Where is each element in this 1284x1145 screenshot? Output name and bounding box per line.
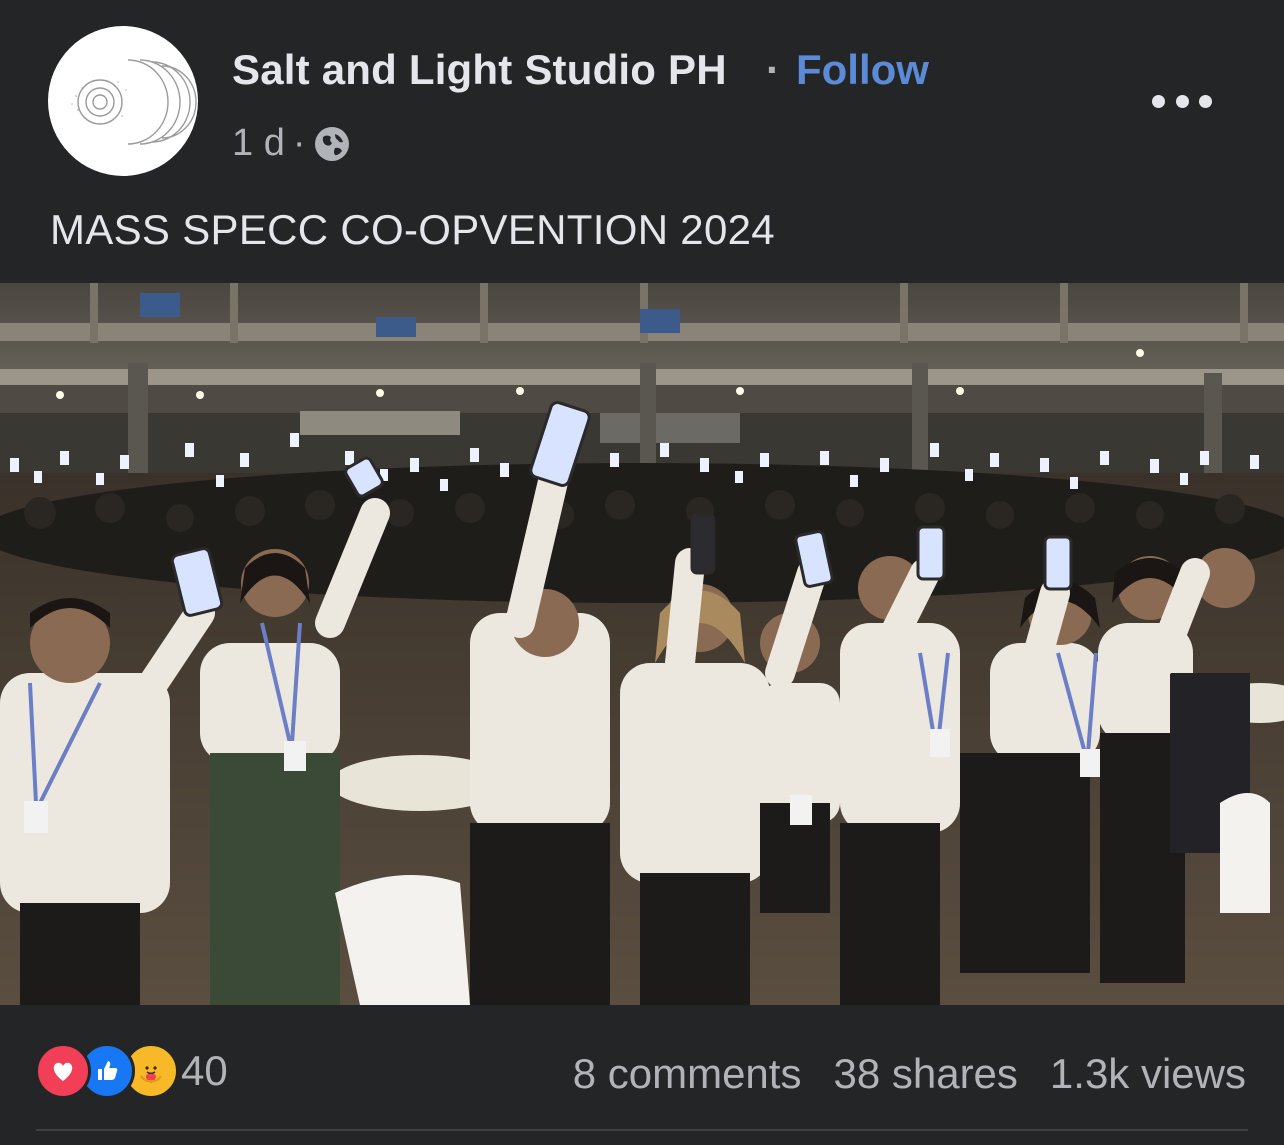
love-reaction-icon [35, 1043, 91, 1099]
engagement-stats: 8 comments 38 shares 1.3k views [573, 1050, 1246, 1098]
post-meta: 1 d · [232, 122, 351, 165]
post-photo[interactable] [0, 283, 1284, 1005]
picture-in-picture-icon[interactable] [1174, 333, 1238, 393]
reaction-count: 40 [181, 1047, 228, 1094]
follow-button[interactable]: Follow [796, 46, 929, 94]
post-header: Salt and Light Studio PH · Follow 1 d · … [0, 0, 1284, 283]
more-dot [1199, 94, 1212, 108]
more-dot [1152, 94, 1165, 108]
name-separator: · [766, 46, 780, 93]
more-options-button[interactable] [1152, 84, 1212, 118]
shares-count[interactable]: 38 shares [833, 1050, 1017, 1098]
post-caption: MASS SPECC CO-OPVENTION 2024 [50, 206, 775, 253]
post-timestamp[interactable]: 1 d [232, 122, 285, 165]
globe-icon [313, 125, 351, 163]
reaction-summary[interactable]: 40 [35, 1043, 228, 1099]
page-name[interactable]: Salt and Light Studio PH [232, 46, 727, 94]
page-avatar[interactable] [48, 26, 198, 176]
views-count: 1.3k views [1049, 1050, 1246, 1097]
more-dot [1175, 94, 1189, 108]
page-logo [71, 59, 197, 145]
comments-count[interactable]: 8 comments [573, 1050, 802, 1098]
footer-divider [36, 1129, 1248, 1131]
event-photo [0, 283, 1284, 1005]
meta-separator: · [292, 122, 306, 164]
